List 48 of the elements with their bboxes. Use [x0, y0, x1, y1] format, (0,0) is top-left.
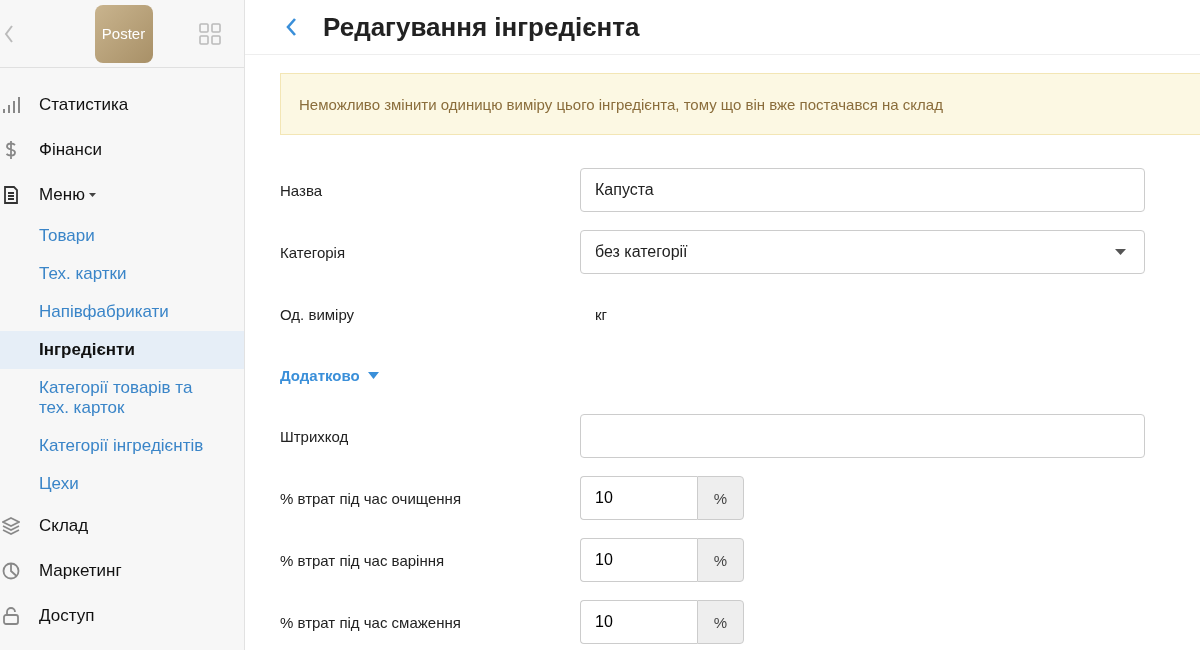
layers-icon: [2, 516, 20, 535]
submenu-item[interactable]: Тех. картки: [0, 255, 244, 293]
percent-addon: %: [697, 538, 744, 582]
submenu-item[interactable]: Інгредієнти: [0, 331, 244, 369]
menu-label: Фінанси: [39, 139, 102, 160]
logo: Poster: [94, 4, 153, 63]
sidebar-item[interactable]: Маркетинг: [0, 548, 244, 593]
warning-alert: Неможливо змінити одиницю виміру цього інгредієнта, тому що він вже постачався на склад: [280, 73, 1200, 135]
field-label: Штрихкод: [280, 427, 350, 445]
text-field[interactable]: Капуста: [580, 168, 1145, 212]
field-label: % втрат під час очищення: [280, 489, 463, 507]
menu-label: Статистика: [39, 94, 129, 115]
field-label: % втрат під час смаження: [280, 613, 462, 631]
grid-icon[interactable]: [199, 22, 221, 45]
caret-icon: [1115, 249, 1126, 255]
number-field[interactable]: 10: [580, 476, 697, 520]
text-field[interactable]: [580, 414, 1145, 458]
page-title: Редагування інгредієнта: [323, 11, 640, 43]
sidebar-item[interactable]: Статистика: [0, 82, 244, 127]
menu-label: Доступ: [39, 605, 95, 626]
unit-value: кг: [594, 305, 608, 323]
menu-label: Меню: [39, 184, 85, 205]
submenu-item[interactable]: Категорії товарів та тех. карток: [0, 369, 244, 427]
submenu-item[interactable]: Категорії інгредієнтів: [0, 427, 244, 465]
back-icon[interactable]: [285, 17, 297, 37]
field-label: Категорія: [280, 243, 347, 261]
back-icon[interactable]: [4, 24, 14, 43]
sidebar-item[interactable]: Склад: [0, 503, 244, 548]
pie-chart-icon: [2, 561, 20, 580]
bar-chart-icon: [2, 95, 20, 114]
sidebar-item[interactable]: Меню: [0, 172, 244, 217]
field-label: Назва: [280, 181, 324, 199]
number-field[interactable]: 10: [580, 600, 697, 644]
unlocked-icon: [2, 606, 20, 625]
menu-label: Маркетинг: [39, 560, 122, 581]
percent-addon: %: [697, 600, 744, 644]
category-dropdown[interactable]: без категорії: [580, 230, 1145, 274]
number-field[interactable]: 10: [580, 538, 697, 582]
submenu-item[interactable]: Цехи: [0, 465, 244, 503]
sidebar-item[interactable]: Доступ: [0, 593, 244, 638]
submenu-item[interactable]: Товари: [0, 217, 244, 255]
submenu-item[interactable]: Напівфабрикати: [0, 293, 244, 331]
percent-addon: %: [697, 476, 744, 520]
field-label: % втрат під час варіння: [280, 551, 446, 569]
field-label: Од. виміру: [280, 305, 356, 323]
document-icon: [2, 185, 20, 204]
sidebar-item[interactable]: Фінанси: [0, 127, 244, 172]
menu-label: Склад: [39, 515, 89, 536]
